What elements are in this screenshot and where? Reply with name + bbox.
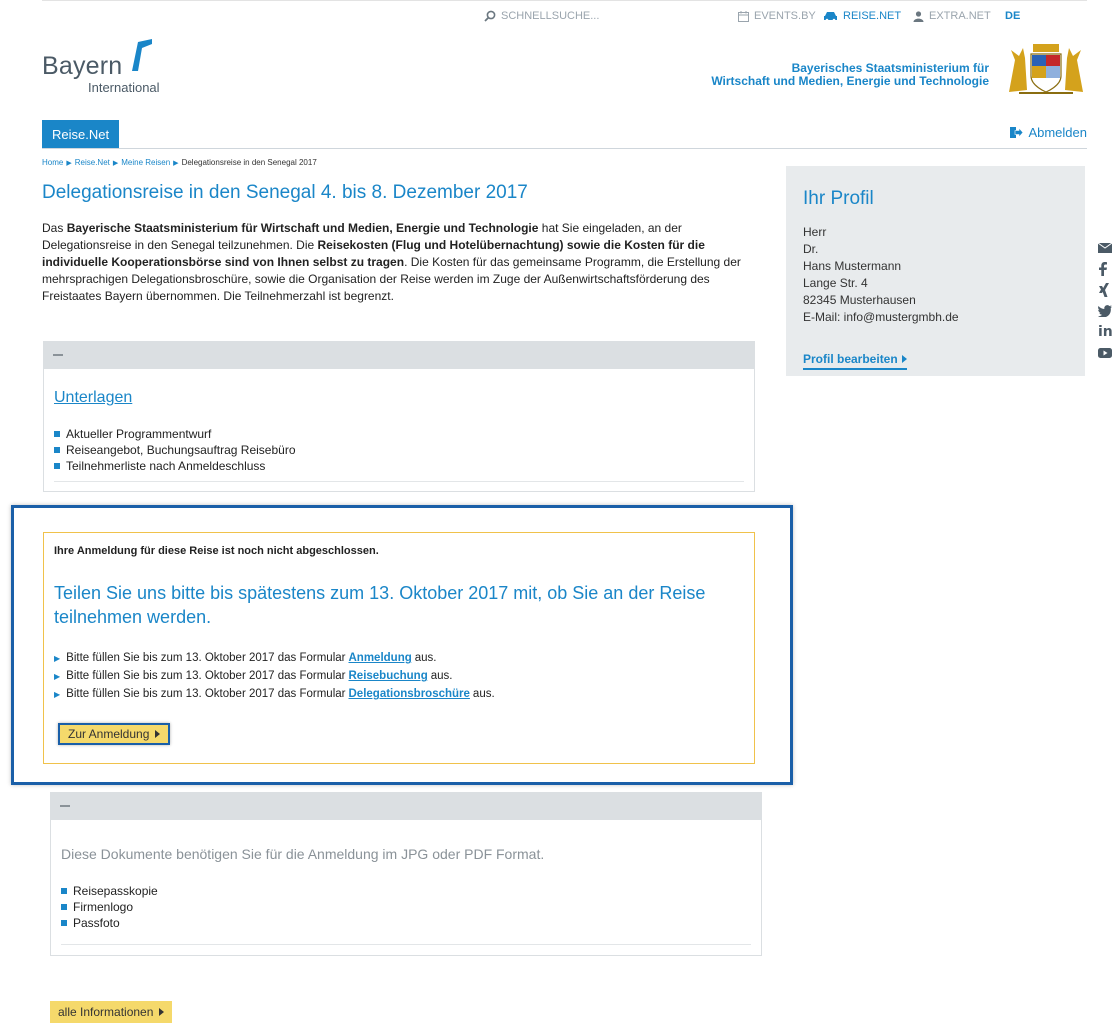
collapse-icon xyxy=(53,354,63,356)
registration-box: Ihre Anmeldung für diese Reise ist noch … xyxy=(43,532,755,764)
bullet-square-icon xyxy=(54,463,60,469)
list-divider xyxy=(54,481,744,482)
search-input[interactable]: SCHNELLSUCHE... xyxy=(501,10,599,22)
profile-title: Ihr Profil xyxy=(803,188,874,209)
profile-email: E-Mail: info@mustergmbh.de xyxy=(803,310,959,324)
reise-net-link[interactable]: REISE.NET xyxy=(823,10,901,22)
facebook-icon[interactable] xyxy=(1098,258,1115,279)
arrow-right-icon xyxy=(155,730,161,738)
profile-card: Ihr Profil Herr Dr. Hans Mustermann Lang… xyxy=(786,166,1085,376)
profile-street: Lange Str. 4 xyxy=(803,276,868,290)
search-icon xyxy=(484,10,496,22)
arrow-right-icon: ▶ xyxy=(54,671,61,681)
profile-degree: Dr. xyxy=(803,242,819,256)
list-item[interactable]: Aktueller Programmentwurf xyxy=(54,426,744,442)
linkedin-icon[interactable]: in xyxy=(1098,321,1115,342)
events-link[interactable]: EVENTS.BY xyxy=(738,10,816,22)
registration-steps: ▶ Bitte füllen Sie bis zum 13. Oktober 20… xyxy=(54,649,495,703)
documents-panel: Diese Dokumente benötigen Sie für die An… xyxy=(50,820,762,956)
ministry-name: Bayerisches Staatsministerium für Wirtsc… xyxy=(711,61,989,88)
twitter-icon[interactable] xyxy=(1098,300,1115,321)
unterlagen-link[interactable]: Unterlagen xyxy=(54,389,132,407)
documents-description: Diese Dokumente benötigen Sie für die An… xyxy=(61,846,545,862)
delegationsbroschuere-form-link[interactable]: Delegationsbroschüre xyxy=(349,688,470,700)
bavarian-coat-of-arms-icon xyxy=(1009,44,1083,94)
language-switch[interactable]: DE xyxy=(1005,10,1020,22)
registration-step: ▶ Bitte füllen Sie bis zum 13. Oktober 20… xyxy=(54,652,437,664)
top-divider xyxy=(42,0,1087,1)
arrow-right-icon xyxy=(159,1008,165,1016)
intro-text: Das Bayerische Staatsministerium für Wir… xyxy=(42,221,741,303)
breadcrumb-current: Delegationsreise in den Senegal 2017 xyxy=(181,158,317,167)
profile-salutation: Herr xyxy=(803,225,827,239)
breadcrumb-arrow-icon: ▶ xyxy=(112,160,119,167)
youtube-icon[interactable] xyxy=(1098,342,1115,363)
collapse-icon xyxy=(60,805,70,807)
profile-city: 82345 Musterhausen xyxy=(803,293,916,307)
breadcrumb-meine-reisen[interactable]: Meine Reisen xyxy=(121,158,170,167)
nav-divider xyxy=(42,148,1087,149)
list-item: Reisepasskopie xyxy=(61,883,751,899)
quick-search[interactable]: SCHNELLSUCHE... xyxy=(484,10,599,22)
page-title: Delegationsreise in den Senegal 4. bis 8… xyxy=(42,182,528,203)
edit-profile-link[interactable]: Profil bearbeiten xyxy=(803,352,907,370)
arrow-right-icon: ▶ xyxy=(54,653,61,663)
list-divider xyxy=(61,944,751,945)
profile-name: Hans Mustermann xyxy=(803,259,902,273)
list-item[interactable]: Teilnehmerliste nach Anmeldeschluss xyxy=(54,458,744,474)
breadcrumb-home[interactable]: Home xyxy=(42,158,63,167)
registration-step: ▶ Bitte füllen Sie bis zum 13. Oktober 20… xyxy=(54,688,495,700)
logo-international: International xyxy=(88,80,160,95)
logout-link[interactable]: Abmelden xyxy=(1010,125,1087,140)
breadcrumb-arrow-icon: ▶ xyxy=(173,160,179,167)
bullet-square-icon xyxy=(61,888,67,894)
bullet-square-icon xyxy=(61,920,67,926)
reisebuchung-form-link[interactable]: Reisebuchung xyxy=(349,670,428,682)
user-icon xyxy=(913,10,924,22)
breadcrumb-reise-net[interactable]: Reise.Net xyxy=(75,158,110,167)
extra-net-link[interactable]: EXTRA.NET xyxy=(913,10,991,22)
bullet-square-icon xyxy=(54,447,60,453)
car-icon xyxy=(824,12,837,21)
bullet-square-icon xyxy=(61,904,67,910)
list-item[interactable]: Reiseangebot, Buchungsauftrag Reisebüro xyxy=(54,442,744,458)
profile-details: Herr Dr. Hans Mustermann Lange Str. 4 82… xyxy=(803,224,959,326)
logo-swoosh-icon xyxy=(132,39,152,71)
utility-bar: SCHNELLSUCHE... EVENTS.BY REISE.NET EXTR… xyxy=(0,10,1115,26)
mail-icon[interactable] xyxy=(1098,237,1115,258)
zur-anmeldung-button[interactable]: Zur Anmeldung xyxy=(58,723,171,745)
bullet-square-icon xyxy=(54,431,60,437)
xing-icon[interactable] xyxy=(1098,279,1115,300)
documents-list: Reisepasskopie Firmenlogo Passfoto xyxy=(61,883,751,931)
arrow-right-icon xyxy=(901,355,907,363)
unterlagen-panel: Unterlagen Aktueller Programmentwurf Rei… xyxy=(43,369,755,492)
registration-headline: Teilen Sie uns bitte bis spätestens zum … xyxy=(54,583,706,627)
tab-reise-net[interactable]: Reise.Net xyxy=(42,120,120,149)
registration-notice: Ihre Anmeldung für diese Reise ist noch … xyxy=(54,545,379,557)
logo-bayern: Bayern xyxy=(42,52,123,80)
documents-panel-toggle[interactable] xyxy=(50,792,762,820)
social-bar: in xyxy=(1098,237,1115,363)
anmeldung-form-link[interactable]: Anmeldung xyxy=(349,652,412,664)
registration-step: ▶ Bitte füllen Sie bis zum 13. Oktober 20… xyxy=(54,670,453,682)
logout-icon xyxy=(1010,127,1024,138)
calendar-icon xyxy=(738,10,749,22)
list-item: Passfoto xyxy=(61,915,751,931)
breadcrumb-arrow-icon: ▶ xyxy=(66,160,72,167)
unterlagen-list: Aktueller Programmentwurf Reiseangebot, … xyxy=(54,426,744,474)
alle-informationen-button[interactable]: alle Informationen xyxy=(50,1001,173,1023)
list-item: Firmenlogo xyxy=(61,899,751,915)
breadcrumb: Home ▶ Reise.Net ▶ Meine Reisen ▶ Delegationsr… xyxy=(42,158,317,167)
arrow-right-icon: ▶ xyxy=(54,689,61,699)
bayern-international-logo[interactable]: Bayern International xyxy=(42,38,192,95)
unterlagen-panel-toggle[interactable] xyxy=(43,341,755,369)
